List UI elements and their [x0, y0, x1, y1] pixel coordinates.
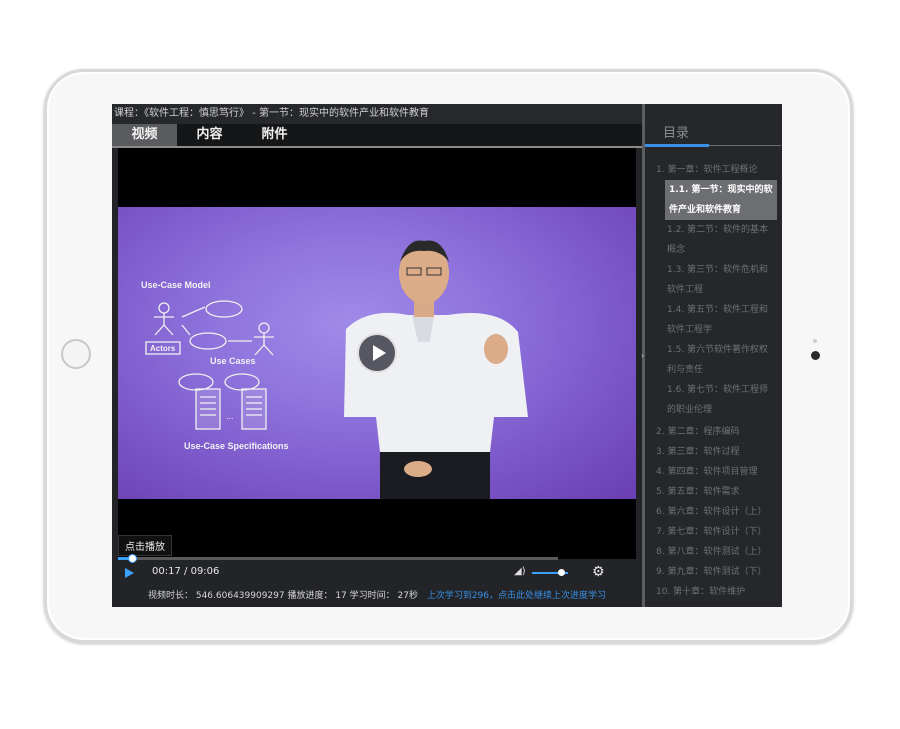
video-frame: ... Use-Case Model Actors Use Cases Use-…	[118, 207, 636, 499]
toc-section-1-4-line2[interactable]: 软件工程学	[667, 320, 775, 340]
toc-chapter-7[interactable]: 7. 第七章：软件设计（下）	[656, 522, 766, 542]
screen: 课程：《软件工程：慎思笃行》 - 第一节：现实中的软件产业和软件教育 视频 内容…	[112, 104, 782, 607]
toc-chapter-4[interactable]: 4. 第四章：软件项目管理	[656, 462, 757, 482]
toc-chapter-10[interactable]: 10. 第十章：软件维护	[656, 582, 745, 602]
progress-bar[interactable]	[118, 554, 558, 563]
breadcrumb-text: 课程：《软件工程：慎思笃行》 - 第一节：现实中的软件产业和软件教育	[114, 108, 429, 119]
sensor-dot	[813, 339, 817, 343]
stats-text: 视频时长： 546.606439909297 播放进度： 17 学习时间： 27…	[147, 591, 418, 601]
total-time: 09:06	[190, 566, 220, 577]
play-icon[interactable]	[125, 568, 134, 578]
toc-section-1-6-line1[interactable]: 1.6. 第七节：软件工程师	[667, 380, 775, 400]
main-panel: 课程：《软件工程：慎思笃行》 - 第一节：现实中的软件产业和软件教育 视频 内容…	[112, 104, 642, 607]
toc-title-accent	[645, 144, 709, 147]
volume-icon[interactable]: ◢)	[514, 567, 526, 577]
slide-model-title: Use-Case Model	[141, 280, 211, 290]
video-player[interactable]: ... Use-Case Model Actors Use Cases Use-…	[118, 148, 636, 559]
gear-icon[interactable]: ⚙	[592, 564, 605, 580]
time-separator: /	[184, 566, 188, 577]
big-play-button[interactable]	[357, 333, 397, 373]
toc-chapter-3[interactable]: 3. 第三章：软件过程	[656, 442, 739, 462]
toc-chapter-5[interactable]: 5. 第五章：软件需求	[656, 482, 739, 502]
resume-link[interactable]: 上次学习到296，点击此处继续上次进度学习	[427, 591, 606, 601]
time-display: 00:17 / 09:06	[152, 566, 219, 577]
toc-section-1-6-line2[interactable]: 的职业伦理	[667, 400, 775, 420]
toc-title: 目录	[663, 126, 690, 141]
toc-section-1-3-line2[interactable]: 软件工程	[667, 280, 775, 300]
learning-stats: 视频时长： 546.606439909297 播放进度： 17 学习时间： 27…	[112, 588, 642, 604]
camera-dot	[811, 351, 820, 360]
home-button[interactable]	[61, 339, 91, 369]
toc-section-1-3-line1[interactable]: 1.3. 第三节：软件危机和	[667, 260, 775, 280]
toc-section-1-5-line2[interactable]: 利与责任	[667, 360, 775, 380]
current-time: 00:17	[152, 566, 181, 577]
play-tooltip: 点击播放	[118, 535, 172, 556]
svg-text:...: ...	[226, 411, 234, 421]
tab-video[interactable]: 视频	[112, 124, 177, 146]
toc-chapter-1[interactable]: 1. 第一章：软件工程概论	[656, 160, 757, 180]
volume-handle[interactable]	[557, 569, 565, 576]
toc-section-1-2-line2[interactable]: 概念	[667, 240, 775, 260]
toc-section-1-4-line1[interactable]: 1.4. 第五节：软件工程和	[667, 300, 775, 320]
toc-chapter-6[interactable]: 6. 第六章：软件设计（上）	[656, 502, 766, 522]
toc-chapter-2[interactable]: 2. 第二章：程序编码	[656, 422, 739, 442]
toc-chapter-9[interactable]: 9. 第九章：软件测试（下）	[656, 562, 766, 582]
tab-content[interactable]: 内容	[177, 124, 242, 146]
breadcrumb: 课程：《软件工程：慎思笃行》 - 第一节：现实中的软件产业和软件教育	[112, 104, 642, 124]
toc-chapter-8[interactable]: 8. 第八章：软件测试（上）	[656, 542, 766, 562]
toc-section-1-5-line1[interactable]: 1.5. 第六节软件著作权权	[667, 340, 775, 360]
slide-use-cases-label: Use Cases	[210, 356, 256, 366]
slide-specs-label: Use-Case Specifications	[184, 441, 289, 451]
control-bar: 00:17 / 09:06 ◢) ⚙	[118, 562, 636, 584]
tab-bar: 视频 内容 附件	[112, 124, 642, 148]
toc-section-1-1-line1[interactable]: 1.1. 第一节：现实中的软	[665, 180, 777, 200]
toc-section-1-1-line2[interactable]: 件产业和软件教育	[665, 200, 777, 220]
slide-actors-label: Actors	[150, 344, 176, 353]
collapse-arrow-icon[interactable]: ›	[641, 351, 644, 360]
toc-section-1-2-line1[interactable]: 1.2. 第二节：软件的基本	[667, 220, 775, 240]
tab-attachments[interactable]: 附件	[242, 124, 307, 146]
toc-sidebar: 目录 1. 第一章：软件工程概论 1.1. 第一节：现实中的软 件产业和软件教育…	[645, 104, 782, 607]
